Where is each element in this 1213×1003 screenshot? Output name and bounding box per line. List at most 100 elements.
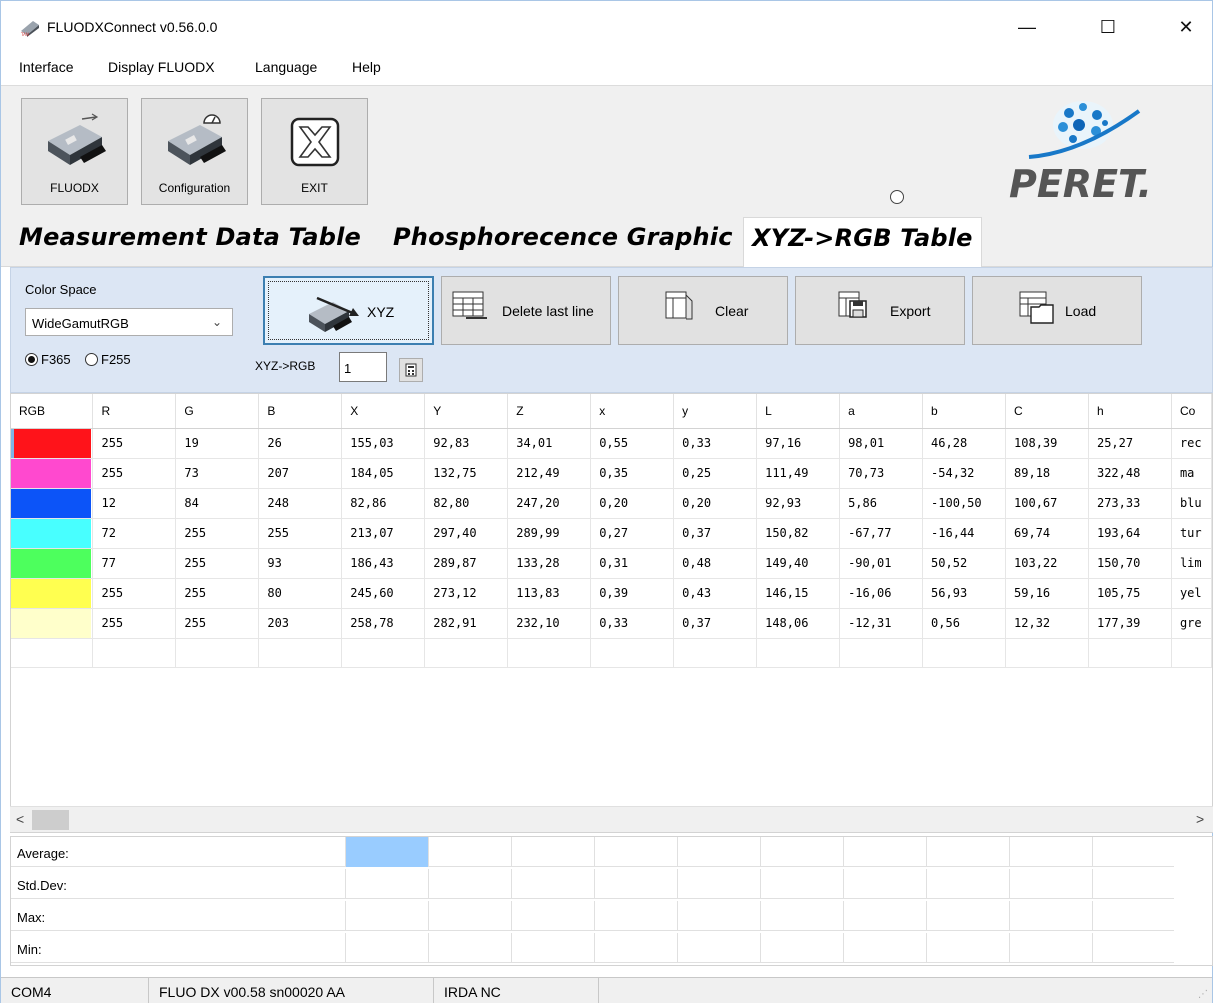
table-cell-L[interactable]: 148,06	[756, 608, 841, 639]
column-header[interactable]: Z	[507, 394, 592, 429]
menu-display-fluodx[interactable]: Display FLUODX	[108, 59, 215, 75]
color-space-select[interactable]: WideGamutRGB ⌄	[25, 308, 233, 336]
stat-cell[interactable]	[428, 933, 511, 963]
stat-cell[interactable]	[511, 901, 594, 931]
table-cell-a[interactable]: 70,73	[839, 458, 924, 489]
table-cell-color-name[interactable]: yel	[1171, 578, 1212, 609]
horizontal-scrollbar[interactable]: < >	[10, 806, 1213, 832]
table-row[interactable]: 77 255 93 186,43 289,87 133,28 0,31 0,48 149,40-…	[11, 548, 1212, 579]
table-cell-y[interactable]: 0,48	[673, 548, 758, 579]
table-cell-B[interactable]: 80	[258, 578, 343, 609]
table-cell-G[interactable]: 255	[175, 608, 260, 639]
table-cell-y[interactable]: 0,37	[673, 608, 758, 639]
table-cell-L[interactable]: 111,49	[756, 458, 841, 489]
table-cell-h[interactable]: 150,70	[1088, 548, 1172, 579]
stat-cell[interactable]	[594, 869, 677, 899]
delete-last-line-button[interactable]: Delete last line	[441, 276, 611, 345]
table-cell-empty[interactable]	[507, 638, 592, 668]
table-cell-X[interactable]: 245,60	[341, 578, 426, 609]
table-cell-a[interactable]: 5,86	[839, 488, 924, 519]
table-cell-empty[interactable]	[1088, 638, 1172, 668]
stat-cell[interactable]	[428, 869, 511, 899]
table-cell-empty[interactable]	[92, 638, 177, 668]
table-cell-x[interactable]: 0,33	[590, 608, 675, 639]
table-cell-empty[interactable]	[175, 638, 260, 668]
table-cell-color-name[interactable]: gre	[1171, 608, 1212, 639]
column-header[interactable]: RGB	[11, 394, 94, 429]
menu-help[interactable]: Help	[352, 59, 381, 75]
table-cell-y[interactable]: 0,37	[673, 518, 758, 549]
stat-cell[interactable]	[926, 869, 1009, 899]
menu-interface[interactable]: Interface	[19, 59, 73, 75]
scroll-left-icon[interactable]: <	[16, 811, 24, 827]
table-cell-h[interactable]: 193,64	[1088, 518, 1172, 549]
table-cell-x[interactable]: 0,35	[590, 458, 675, 489]
table-cell-a[interactable]: -16,06	[839, 578, 924, 609]
stat-cell[interactable]	[677, 933, 760, 963]
stat-cell[interactable]	[1009, 933, 1092, 963]
scroll-right-icon[interactable]: >	[1196, 811, 1204, 827]
tab-xyz-rgb-table[interactable]: XYZ->RGB Table	[743, 217, 982, 267]
table-cell-b[interactable]: 56,93	[922, 578, 1007, 609]
configuration-button[interactable]: Configuration	[141, 98, 248, 205]
table-cell-G[interactable]: 255	[175, 548, 260, 579]
column-header[interactable]: X	[341, 394, 426, 429]
table-cell-y[interactable]: 0,20	[673, 488, 758, 519]
table-cell-X[interactable]: 155,03	[341, 428, 426, 459]
table-cell-empty[interactable]	[922, 638, 1007, 668]
table-cell-b[interactable]: -100,50	[922, 488, 1007, 519]
table-cell-Z[interactable]: 247,20	[507, 488, 592, 519]
column-header[interactable]: y	[673, 394, 758, 429]
table-cell-x[interactable]: 0,39	[590, 578, 675, 609]
table-cell-empty[interactable]	[756, 638, 841, 668]
stat-cell[interactable]	[760, 869, 843, 899]
color-swatch-cell[interactable]	[11, 518, 94, 549]
stat-cell[interactable]	[594, 837, 677, 867]
stat-cell[interactable]	[1009, 837, 1092, 867]
table-row[interactable]: 12 84 248 82,86 82,80 247,20 0,20 0,20 92,93 5,86…	[11, 488, 1212, 519]
color-swatch-cell[interactable]	[11, 578, 94, 609]
table-cell-y[interactable]: 0,33	[673, 428, 758, 459]
table-cell-y[interactable]: 0,43	[673, 578, 758, 609]
table-cell-X[interactable]: 258,78	[341, 608, 426, 639]
table-cell-a[interactable]: 98,01	[839, 428, 924, 459]
table-cell-G[interactable]: 73	[175, 458, 260, 489]
table-cell-b[interactable]: 50,52	[922, 548, 1007, 579]
stat-cell[interactable]	[1009, 869, 1092, 899]
column-header[interactable]: R	[92, 394, 177, 429]
table-cell-empty[interactable]	[258, 638, 343, 668]
color-swatch-cell[interactable]	[11, 428, 94, 459]
table-cell-Z[interactable]: 289,99	[507, 518, 592, 549]
table-cell-X[interactable]: 184,05	[341, 458, 426, 489]
stat-cell[interactable]	[428, 837, 511, 867]
table-cell-L[interactable]: 149,40	[756, 548, 841, 579]
stat-cell[interactable]	[677, 869, 760, 899]
column-header[interactable]: G	[175, 394, 260, 429]
column-header[interactable]: Y	[424, 394, 509, 429]
table-row[interactable]: 255 255 80 245,60 273,12 113,83 0,39 0,43 146,15…	[11, 578, 1212, 609]
table-cell-b[interactable]: -54,32	[922, 458, 1007, 489]
table-cell-C[interactable]: 89,18	[1005, 458, 1089, 489]
stat-cell[interactable]	[1092, 933, 1175, 963]
stat-cell[interactable]	[1009, 901, 1092, 931]
stat-cell[interactable]	[511, 933, 594, 963]
column-header[interactable]: b	[922, 394, 1007, 429]
exit-button[interactable]: EXIT	[261, 98, 368, 205]
table-cell-X[interactable]: 213,07	[341, 518, 426, 549]
stat-cell[interactable]	[511, 837, 594, 867]
table-cell-L[interactable]: 146,15	[756, 578, 841, 609]
table-cell-L[interactable]: 92,93	[756, 488, 841, 519]
stat-cell[interactable]	[428, 901, 511, 931]
table-cell-L[interactable]: 150,82	[756, 518, 841, 549]
table-cell-empty[interactable]	[341, 638, 426, 668]
table-row[interactable]: 255 255 203 258,78 282,91 232,10 0,33 0,37 148,0…	[11, 608, 1212, 639]
table-cell-empty[interactable]	[590, 638, 675, 668]
stat-cell[interactable]	[345, 901, 428, 931]
table-row[interactable]: 255 73 207 184,05 132,75 212,49 0,35 0,25 111,49…	[11, 458, 1212, 489]
minimize-button[interactable]: —	[1004, 9, 1050, 45]
table-cell-Y[interactable]: 92,83	[424, 428, 509, 459]
stat-cell[interactable]	[1092, 869, 1175, 899]
table-cell-G[interactable]: 255	[175, 518, 260, 549]
table-cell-empty[interactable]	[673, 638, 758, 668]
table-cell-Y[interactable]: 297,40	[424, 518, 509, 549]
